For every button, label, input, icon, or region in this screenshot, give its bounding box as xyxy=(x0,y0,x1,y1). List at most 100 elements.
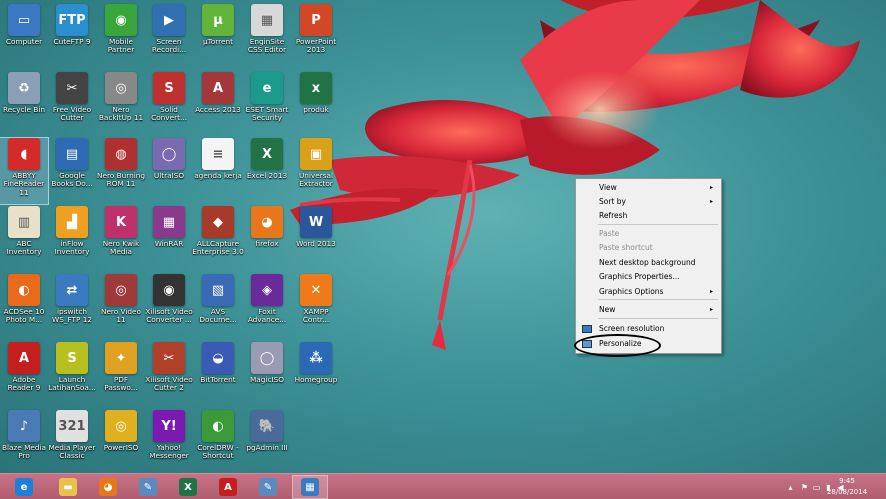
desktop-icon[interactable]: ◈ Foxit Advance... xyxy=(243,274,291,340)
desktop-icon[interactable]: ◖ ABBYY FineReader 11 xyxy=(0,137,49,205)
desktop-icon[interactable]: ✦ PDF Passwo... xyxy=(97,342,145,408)
desktop-icon[interactable]: ◒ BitTorrent xyxy=(194,342,242,408)
desktop-icon[interactable]: ✂ Xilisoft Video Cutter 2 xyxy=(145,342,193,408)
desktop-icon[interactable]: ▦ EnginSite CSS Editor xyxy=(243,4,291,70)
desktop-icon-label: XAMPP Contr... xyxy=(302,307,330,325)
utorrent-icon: µ xyxy=(202,4,234,36)
menu-item-label: Sort by xyxy=(599,197,626,206)
desktop-icon[interactable]: ◉ Xilisoft Video Converter ... xyxy=(145,274,193,340)
desktop-icon-label: Nero BackItUp 11 xyxy=(98,105,144,123)
submenu-arrow-icon: ▸ xyxy=(709,198,713,205)
desktop-icon[interactable]: ◎ PowerISO xyxy=(97,410,145,473)
desktop-icon[interactable]: ♪ Blaze Media Pro xyxy=(0,410,48,473)
taskbar-button[interactable]: e xyxy=(6,475,42,499)
desktop-icon[interactable]: ✕ XAMPP Contr... xyxy=(292,274,340,340)
clock[interactable]: 9:45 28/08/2014 xyxy=(823,476,871,498)
desktop-icon[interactable]: K Nero Kwik Media xyxy=(97,206,145,272)
desktop-icon[interactable]: ▶ Screen Recordi... xyxy=(145,4,193,70)
excel-icon: X xyxy=(251,138,283,170)
acdsee-icon: ◐ xyxy=(8,274,40,306)
desktop-icon[interactable]: ◐ ACDSee 10 Photo M... xyxy=(0,274,48,340)
desktop-icon-label: Nero Kwik Media xyxy=(102,239,140,257)
menu-item-next-background[interactable]: Next desktop background xyxy=(578,256,719,270)
desktop-context-menu: View ▸ Sort by ▸ Refresh Paste Paste shortcut N… xyxy=(574,178,722,357)
desktop-icon[interactable]: ◉ Mobile Partner xyxy=(97,4,145,70)
winrar-icon: ▦ xyxy=(153,206,185,238)
menu-item-graphics-options[interactable]: Graphics Options ▸ xyxy=(578,285,719,299)
desktop-icon[interactable]: X Excel 2013 xyxy=(243,138,291,204)
desktop-icon[interactable]: ▟ inFlow Inventory xyxy=(48,206,96,272)
internet-explorer-icon: e xyxy=(15,478,33,496)
desktop-icon[interactable]: FTP CuteFTP 9 xyxy=(48,4,96,70)
desktop-icon[interactable]: ✂ Free Video Cutter xyxy=(48,72,96,138)
desktop-icon[interactable]: 🐘 pgAdmin III xyxy=(243,410,291,473)
desktop-icon[interactable]: A Access 2013 xyxy=(194,72,242,138)
desktop-icon-label: pgAdmin III xyxy=(246,443,288,452)
menu-item-refresh[interactable]: Refresh xyxy=(578,209,719,223)
foxit-icon: ◈ xyxy=(251,274,283,306)
desktop-icon[interactable]: x produk xyxy=(292,72,340,138)
desktop-icon[interactable]: ▤ Google Books Do... xyxy=(48,138,96,204)
desktop-icon[interactable]: S Launch LatihanSoa... xyxy=(48,342,96,408)
desktop-icon[interactable]: ▭ Computer xyxy=(0,4,48,70)
desktop-icon[interactable]: µ µTorrent xyxy=(194,4,242,70)
desktop-icon[interactable]: ▣ Universal Extractor xyxy=(292,138,340,204)
video-cutter-icon: ✂ xyxy=(56,72,88,104)
desktop-icon[interactable]: Y! Yahoo! Messenger xyxy=(145,410,193,473)
menu-item-paste[interactable]: Paste xyxy=(578,227,719,241)
desktop-icon[interactable]: 321 Media Player Classic xyxy=(48,410,96,473)
taskbar-button[interactable]: ◕ xyxy=(90,475,126,499)
excel-icon: X xyxy=(179,478,197,496)
taskbar-button[interactable]: ▦ xyxy=(292,475,328,499)
taskbar-button[interactable]: X xyxy=(170,475,206,499)
desktop-icon[interactable]: ≡ agenda kerja xyxy=(194,138,242,204)
menu-item-graphics-properties[interactable]: Graphics Properties... xyxy=(578,270,719,284)
display-icon[interactable]: ▭ xyxy=(812,483,821,492)
desktop-icon[interactable]: ⁂ Homegroup xyxy=(292,342,340,408)
desktop-icon[interactable]: W Word 2013 xyxy=(292,206,340,272)
flag-icon[interactable]: ⚑ xyxy=(800,483,809,492)
taskbar-button[interactable]: ✎ xyxy=(250,475,286,499)
desktop-icon[interactable]: ▥ ABC Inventory xyxy=(0,206,48,272)
desktop-icon-label: PowerISO xyxy=(103,443,139,452)
menu-item-new[interactable]: New ▸ xyxy=(578,303,719,317)
pgadmin-icon: 🐘 xyxy=(251,410,283,442)
nero-kwik-icon: K xyxy=(105,206,137,238)
taskbar-button[interactable]: ▬ xyxy=(50,475,86,499)
menu-item-view[interactable]: View ▸ xyxy=(578,181,719,195)
bittorrent-icon: ◒ xyxy=(202,342,234,374)
desktop-icon[interactable]: ▦ WinRAR xyxy=(145,206,193,272)
desktop-icon[interactable]: ◯ UltraISO xyxy=(145,138,193,204)
desktop-icon[interactable]: ◆ ALLCapture Enterprise 3.0 xyxy=(192,206,244,272)
desktop-icon[interactable]: ♻ Recycle Bin xyxy=(0,72,48,138)
menu-item-sort-by[interactable]: Sort by ▸ xyxy=(578,195,719,209)
ultraiso-icon: ◯ xyxy=(153,138,185,170)
desktop-icon-label: UltraISO xyxy=(153,171,185,180)
desktop-icon-label: Adobe Reader 9 xyxy=(7,375,41,393)
desktop-icon[interactable]: P PowerPoint 2013 xyxy=(292,4,340,70)
menu-separator xyxy=(598,318,718,319)
desktop-icon-label: Nero Burning ROM 11 xyxy=(97,171,145,189)
desktop-icon[interactable]: e ESET Smart Security xyxy=(243,72,291,138)
desktop-icon[interactable]: ◐ CorelDRW - Shortcut xyxy=(194,410,242,473)
desktop[interactable]: ▭ Computer FTP CuteFTP 9 ◉ Mobile Partner ▶ Scr… xyxy=(0,0,886,473)
taskbar-button[interactable]: ✎ xyxy=(130,475,166,499)
menu-item-label: Screen resolution xyxy=(599,324,665,333)
desktop-icon[interactable]: ◯ MagicISO xyxy=(243,342,291,408)
desktop-icon[interactable]: ◕ firefox xyxy=(243,206,291,272)
xilisoft-cutter-icon: ✂ xyxy=(153,342,185,374)
desktop-icon[interactable]: ⇄ ipswitch WS_FTP 12 xyxy=(48,274,96,340)
taskbar-button[interactable]: A xyxy=(210,475,246,499)
menu-separator xyxy=(598,299,718,300)
desktop-icon[interactable]: ◍ Nero Burning ROM 11 xyxy=(97,138,145,204)
desktop-icon[interactable]: ▧ AVS Docume... xyxy=(194,274,242,340)
chevron-up-icon[interactable]: ▴ xyxy=(786,483,795,492)
menu-item-screen-resolution[interactable]: Screen resolution xyxy=(578,322,719,336)
menu-item-paste-shortcut[interactable]: Paste shortcut xyxy=(578,241,719,255)
desktop-icon[interactable]: A Adobe Reader 9 xyxy=(0,342,48,408)
nero-backitup-icon: ◎ xyxy=(105,72,137,104)
desktop-icon[interactable]: S Solid Convert... xyxy=(145,72,193,138)
desktop-icon[interactable]: ◎ Nero BackItUp 11 xyxy=(97,72,145,138)
desktop-icon[interactable]: ◎ Nero Video 11 xyxy=(97,274,145,340)
adobe-reader-icon: A xyxy=(8,342,40,374)
